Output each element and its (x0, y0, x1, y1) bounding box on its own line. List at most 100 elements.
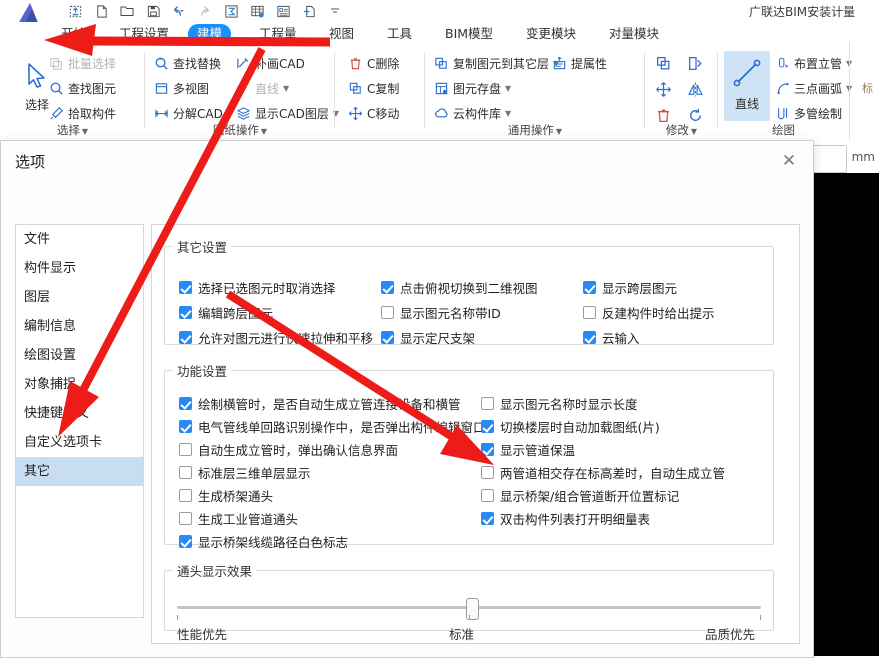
checkbox[interactable] (583, 331, 596, 344)
redo-icon[interactable] (192, 1, 218, 21)
chevron-down-icon[interactable]: ▼ (82, 127, 88, 136)
checkbox[interactable] (179, 397, 192, 410)
line-big-button[interactable]: 直线 (724, 51, 770, 121)
ribbon-item-draw-cad[interactable]: 补画CAD (235, 52, 305, 74)
undo-icon[interactable] (166, 1, 192, 21)
chevron-down-icon[interactable]: ▼ (283, 84, 289, 93)
checkbox[interactable] (481, 443, 494, 456)
sidebar-item-layer[interactable]: 图层 (16, 283, 143, 312)
ribbon-item-multi-view[interactable]: 多视图 (153, 77, 209, 99)
ribbon-item-explode-cad[interactable]: 分解CAD (153, 102, 223, 124)
quick-access-toolbar[interactable] (62, 1, 348, 21)
checkbox-row-show-cross-layer-element[interactable]: 显示跨层图元 (583, 278, 677, 297)
checkbox[interactable] (481, 489, 494, 502)
options-nav-list[interactable]: 文件 构件显示 图层 编制信息 绘图设置 对象捕捉 快捷键定义 自定义选项卡 其… (15, 224, 144, 618)
tab-jianmo[interactable]: 建模 (188, 24, 232, 44)
copy-small-icon[interactable] (651, 52, 675, 74)
checkbox-row-auto-riser-confirm-dialog[interactable]: 自动生成立管时，弹出确认信息界面 (179, 440, 398, 459)
sidebar-item-compile-info[interactable]: 编制信息 (16, 312, 143, 341)
ribbon-tab-bar[interactable]: 开始 工程设置 建模 工程量 视图 工具 BIM模型 变更模块 对量模块 (0, 22, 879, 46)
sidebar-item-other[interactable]: 其它 (16, 457, 143, 486)
chevron-down-icon[interactable]: ▼ (556, 127, 562, 136)
checkbox-row-electric-single-loop-popup[interactable]: 电气管线单回路识别操作中，是否弹出构件编辑窗口 (179, 417, 486, 436)
checkbox[interactable] (179, 535, 192, 548)
extend-icon[interactable] (683, 52, 707, 74)
checkbox[interactable] (179, 281, 192, 294)
checkbox[interactable] (381, 306, 394, 319)
ribbon-item-pick-component[interactable]: 拾取构件 (48, 102, 116, 124)
checkbox-row-generate-tray-fitting[interactable]: 生成桥架通头 (179, 486, 273, 505)
ribbon-item-multi-pipe-draw[interactable]: 多管绘制 (774, 102, 842, 124)
checkbox-row-auto-load-drawing-on-floor-switch[interactable]: 切换楼层时自动加载图纸(片) (481, 417, 660, 436)
sum-icon[interactable] (218, 1, 244, 21)
checkbox-row-allow-quick-stretch[interactable]: 允许对图元进行快速拉伸和平移 (179, 328, 373, 347)
more-icon[interactable] (322, 1, 348, 21)
sidebar-item-component-display[interactable]: 构件显示 (16, 254, 143, 283)
checkbox-row-edit-cross-layer[interactable]: 编辑跨层图元 (179, 303, 273, 322)
checkbox-row-cloud-input[interactable]: 云输入 (583, 328, 640, 347)
sidebar-item-shortcut-definition[interactable]: 快捷键定义 (16, 399, 143, 428)
table-icon[interactable] (244, 1, 270, 21)
close-icon[interactable]: ✕ (777, 149, 801, 173)
ribbon-item-three-point-arc[interactable]: 三点画弧 ▼ (774, 77, 852, 99)
tab-duiliangmokuai[interactable]: 对量模块 (600, 24, 668, 44)
chevron-down-icon[interactable]: ▼ (505, 109, 511, 118)
ribbon-item-place-riser[interactable]: 布置立管 ▼ (774, 52, 852, 74)
fitting-quality-slider[interactable]: 性能优先 标准 品质优先 (177, 598, 761, 642)
checkbox[interactable] (179, 306, 192, 319)
ribbon-item-batch-select[interactable]: 批量选择 (48, 52, 116, 74)
checkbox-row-show-length-with-name[interactable]: 显示图元名称时显示长度 (481, 394, 638, 413)
checkbox[interactable] (179, 466, 192, 479)
ribbon-item-cloud-library[interactable]: 云构件库 ▼ (433, 102, 511, 124)
checkbox-row-generate-industrial-pipe-fitting[interactable]: 生成工业管道通头 (179, 509, 298, 528)
checkbox-row-show-pipe-insulation[interactable]: 显示管道保温 (481, 440, 575, 459)
add-view-icon[interactable] (296, 1, 322, 21)
checkbox[interactable] (583, 281, 596, 294)
tab-kaishi[interactable]: 开始 (52, 24, 95, 44)
checkbox[interactable] (481, 466, 494, 479)
chevron-down-icon[interactable]: ▼ (261, 127, 267, 136)
checkbox[interactable] (481, 420, 494, 433)
checkbox[interactable] (179, 331, 192, 344)
checkbox[interactable] (583, 306, 596, 319)
sidebar-item-drawing-settings[interactable]: 绘图设置 (16, 341, 143, 370)
checkbox-row-top-view-to-2d[interactable]: 点击俯视切换到二维视图 (381, 278, 538, 297)
ribbon-item-c-delete[interactable]: C删除 (347, 52, 399, 74)
checkbox[interactable] (481, 512, 494, 525)
ribbon-item-copy-to-other-layer[interactable]: 复制图元到其它层 ▼ (433, 52, 559, 74)
checkbox-row-show-tray-cable-white-mark[interactable]: 显示桥架线缆路径白色标志 (179, 532, 348, 551)
mirror-icon[interactable] (683, 78, 707, 100)
save-icon[interactable] (140, 1, 166, 21)
checkbox[interactable] (381, 331, 394, 344)
ribbon-item-c-copy[interactable]: C复制 (347, 77, 399, 99)
checkbox-row-show-tray-break-marker[interactable]: 显示桥架/组合管道断开位置标记 (481, 486, 679, 505)
checkbox-row-auto-riser-on-elevation-diff[interactable]: 两管道相交存在标高差时，自动生成立管 (481, 463, 725, 482)
sidebar-item-custom-tab[interactable]: 自定义选项卡 (16, 428, 143, 457)
tab-bim-moxing[interactable]: BIM模型 (436, 24, 502, 44)
ribbon-item-show-cad-layer[interactable]: 显示CAD图层 ▼ (235, 102, 339, 124)
checkbox-row-standard-layer-3d-single[interactable]: 标准层三维单层显示 (179, 463, 311, 482)
ribbon-item-find-element[interactable]: 查找图元 (48, 77, 116, 99)
tab-gongju[interactable]: 工具 (378, 24, 421, 44)
checkbox-row-auto-riser-on-horizontal[interactable]: 绘制横管时，是否自动生成立管连接设备和横管 (179, 394, 461, 413)
open-folder-icon[interactable] (114, 1, 140, 21)
checkbox[interactable] (179, 443, 192, 456)
checkbox[interactable] (179, 512, 192, 525)
checkbox[interactable] (179, 420, 192, 433)
checkbox-row-double-click-open-detail-table[interactable]: 双击构件列表打开明细量表 (481, 509, 650, 528)
ribbon-item-find-replace[interactable]: 查找替换 (153, 52, 221, 74)
checkbox[interactable] (481, 397, 494, 410)
ribbon-item-line[interactable]: 直线 ▼ (235, 77, 289, 99)
ribbon-item-c-move[interactable]: C移动 (347, 102, 399, 124)
tab-shitu[interactable]: 视图 (320, 24, 363, 44)
checkbox-row-reverse-build-prompt[interactable]: 反建构件时给出提示 (583, 303, 715, 322)
checkbox[interactable] (179, 489, 192, 502)
checkbox-row-show-element-name-with-id[interactable]: 显示图元名称带ID (381, 303, 501, 322)
ribbon-item-extract-property[interactable]: 提属性 (551, 52, 607, 74)
chevron-down-icon[interactable]: ▼ (505, 84, 511, 93)
tab-gongchengliang[interactable]: 工程量 (250, 24, 306, 44)
move-small-icon[interactable] (651, 78, 675, 100)
checkbox[interactable] (381, 281, 394, 294)
save-as-icon[interactable] (62, 1, 88, 21)
report-icon[interactable] (270, 1, 296, 21)
